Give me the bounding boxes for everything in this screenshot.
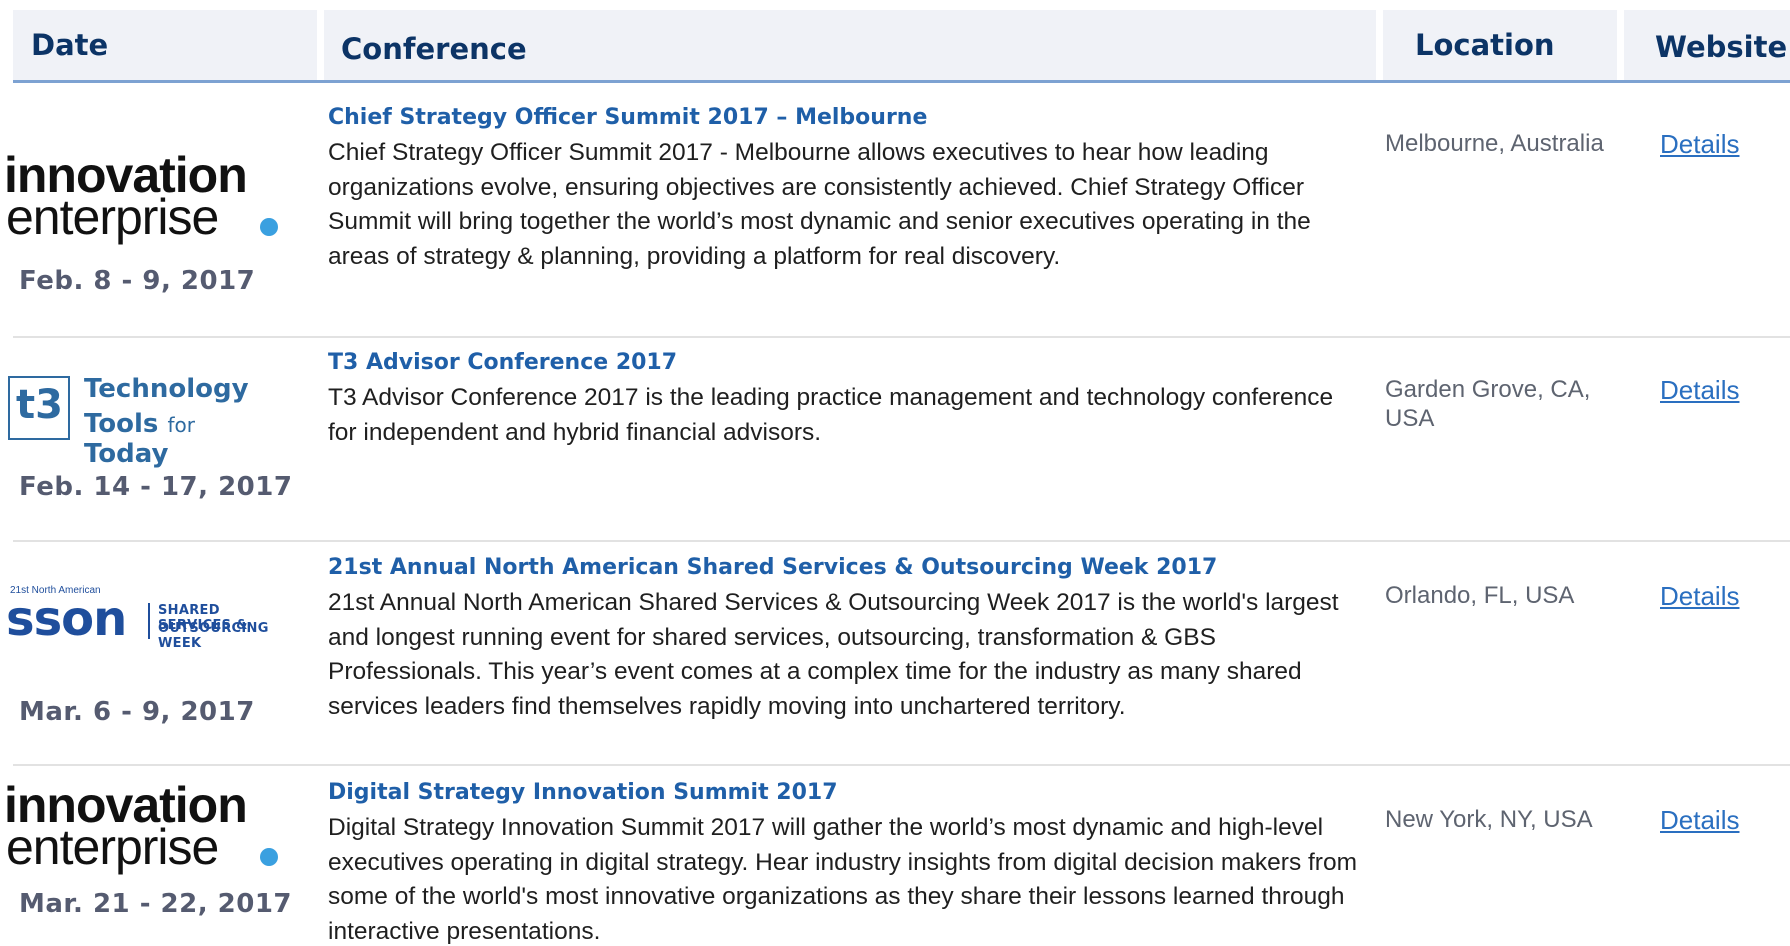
event-title: 21st Annual North American Shared Servic… — [328, 555, 1218, 580]
event-location: Melbourne, Australia — [1385, 130, 1604, 157]
t3-logo: t3 Technology Tools for Today — [4, 370, 276, 469]
event-description: Chief Strategy Officer Summit 2017 - Mel… — [328, 139, 1311, 270]
header-website: Website — [1655, 30, 1788, 64]
event-title: Chief Strategy Officer Summit 2017 – Mel… — [328, 105, 928, 130]
event-date: Mar. 6 - 9, 2017 — [19, 697, 255, 727]
event-date: Feb. 14 - 17, 2017 — [19, 472, 293, 502]
event-title: Digital Strategy Innovation Summit 2017 — [328, 780, 838, 805]
event-title: T3 Advisor Conference 2017 — [328, 350, 678, 375]
event-description: T3 Advisor Conference 2017 is the leadin… — [328, 384, 1334, 446]
event-location: New York, NY, USA — [1385, 806, 1593, 833]
header-conference: Conference — [341, 32, 527, 66]
header-location-cell: Location — [1383, 10, 1617, 80]
event-date: Mar. 21 - 22, 2017 — [19, 889, 293, 919]
innovation-enterprise-logo: innovation enterprise — [4, 776, 278, 876]
sson-logo-right2: OUTSOURCING WEEK — [158, 621, 269, 651]
header-conference-cell: Conference — [324, 10, 1376, 80]
header-date: Date — [31, 28, 109, 62]
t3-logo-line1: Technology — [84, 374, 249, 404]
sson-mark-icon: sson — [6, 591, 127, 647]
row-divider — [13, 764, 1790, 766]
event-location: Orlando, FL, USA — [1385, 582, 1575, 609]
row-divider — [13, 540, 1790, 542]
header-divider — [13, 80, 1790, 83]
innovation-enterprise-logo: innovation enterprise — [4, 146, 278, 246]
logo-word-enterprise: enterprise — [6, 189, 219, 245]
details-link[interactable]: Details — [1660, 375, 1739, 406]
t3-mark-icon: t3 — [8, 376, 70, 440]
details-link[interactable]: Details — [1660, 805, 1739, 836]
t3-logo-line2: Tools for Today — [84, 409, 195, 469]
event-location: Garden Grove, CA, USA — [1385, 376, 1591, 432]
details-link[interactable]: Details — [1660, 581, 1739, 612]
ie-dot-icon — [260, 218, 278, 236]
logo-word-enterprise: enterprise — [6, 819, 219, 875]
event-date: Feb. 8 - 9, 2017 — [19, 266, 256, 296]
sson-logo: 21st North American sson SHARED SERVICES… — [4, 585, 276, 651]
table-header: Date Conference Location Website — [0, 10, 1790, 82]
event-description: Digital Strategy Innovation Summit 2017 … — [328, 814, 1357, 945]
event-description: 21st Annual North American Shared Servic… — [328, 589, 1339, 720]
header-website-cell: Website — [1624, 10, 1790, 80]
header-date-cell: Date — [13, 10, 317, 80]
header-location: Location — [1415, 28, 1555, 62]
ie-dot-icon — [260, 848, 278, 866]
sson-logo-divider — [148, 603, 150, 639]
details-link[interactable]: Details — [1660, 129, 1739, 160]
row-divider — [13, 336, 1790, 338]
